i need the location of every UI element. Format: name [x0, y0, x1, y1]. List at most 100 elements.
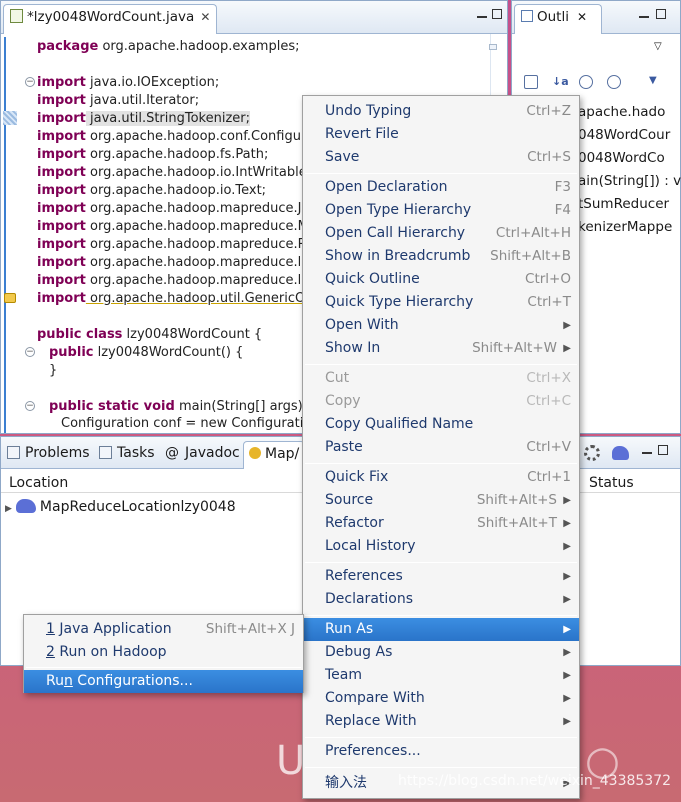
menu-separator [305, 364, 577, 365]
close-outline-icon[interactable]: ✕ [577, 10, 587, 24]
code-line: Configuration conf = new Configuration( [61, 416, 325, 431]
menu-separator [305, 615, 577, 616]
menu-item-show-in-breadcrumb[interactable]: Show in Breadcrumb Shift+Alt+B [303, 245, 579, 268]
code-line: import org.apache.hadoop.mapreduce.lib.i [37, 255, 321, 270]
gear-icon[interactable] [584, 445, 600, 461]
outline-tab[interactable]: Outli ✕ [514, 4, 602, 34]
menu-separator [305, 173, 577, 174]
submenu-item-run-on-hadoop[interactable]: 2 Run on Hadoop [24, 641, 303, 664]
menu-separator [305, 737, 577, 738]
warning-icon[interactable] [4, 293, 16, 303]
menu-item-run-as[interactable]: Run As ▶ [303, 618, 579, 641]
outline-item[interactable]: 048WordCour [578, 127, 670, 143]
editor-tab[interactable]: *lzy0048WordCount.java ✕ [3, 4, 217, 34]
tab-tasks[interactable]: Tasks [99, 441, 155, 469]
tab-map-reduce-locations[interactable]: Map/ [243, 441, 305, 469]
menu-item-undo-typing[interactable]: Undo Typing Ctrl+Z [303, 100, 579, 123]
column-location[interactable]: Location [9, 475, 68, 491]
submenu-arrow-icon: ▶ [563, 320, 571, 331]
menu-item-team[interactable]: Team ▶ [303, 664, 579, 687]
menu-item-compare-with[interactable]: Compare With ▶ [303, 687, 579, 710]
submenu-item-java-application[interactable]: 1 Java Application Shift+Alt+X J [24, 618, 303, 641]
expand-icon[interactable]: ▶ [5, 504, 12, 514]
menu-separator [305, 463, 577, 464]
code-line: import java.util.Iterator; [37, 93, 200, 108]
maximize-icon[interactable] [492, 9, 502, 19]
context-menu: Undo Typing Ctrl+Z Revert File Save Ctrl+S… [302, 95, 580, 799]
menu-separator [305, 767, 577, 768]
menu-separator [305, 562, 577, 563]
menu-item-open-declaration[interactable]: Open Declaration F3 [303, 176, 579, 199]
menu-item-open-call-hierarchy[interactable]: Open Call Hierarchy Ctrl+Alt+H [303, 222, 579, 245]
new-location-icon[interactable] [612, 446, 629, 460]
code-line: import org.apache.hadoop.mapreduce.lib.o [37, 273, 326, 288]
outline-item[interactable]: ain(String[]) : v [578, 173, 681, 189]
code-line: import org.apache.hadoop.util.GenericOpt… [37, 291, 323, 306]
watermark: https://blog.csdn.net/weixin_43385372 [398, 773, 672, 789]
menu-item-copy: Copy Ctrl+C [325, 393, 571, 409]
minimize-outline-icon[interactable] [639, 14, 649, 18]
menu-item-replace-with[interactable]: Replace With ▶ [303, 710, 579, 733]
menu-item-source[interactable]: Source Shift+Alt+S ▶ [303, 489, 579, 512]
submenu-arrow-icon: ▶ [563, 594, 571, 605]
outline-tabbar: Outli ✕ [512, 1, 680, 34]
code-line: import org.apache.hadoop.io.Text; [37, 183, 267, 198]
fold-icon[interactable]: − [25, 77, 35, 87]
menu-item-open-type-hierarchy[interactable]: Open Type Hierarchy F4 [303, 199, 579, 222]
hide-static-icon[interactable] [607, 75, 621, 89]
menu-item-quick-fix[interactable]: Quick Fix Ctrl+1 [303, 466, 579, 489]
code-line: import org.apache.hadoop.mapreduce.Job; [37, 201, 323, 216]
editor-tab-title: *lzy0048WordCount.java [27, 9, 195, 25]
menu-item-references[interactable]: References ▶ [303, 565, 579, 588]
menu-item-copy-qualified-name[interactable]: Copy Qualified Name [303, 413, 579, 436]
collapse-all-icon[interactable] [524, 75, 538, 89]
fold-icon[interactable]: − [25, 401, 35, 411]
submenu-arrow-icon: ▶ [563, 716, 571, 727]
view-menu-icon[interactable]: ▽ [654, 41, 662, 52]
code-line: import java.io.IOException; [37, 75, 220, 90]
menu-item-quick-type-hierarchy[interactable]: Quick Type Hierarchy Ctrl+T [303, 291, 579, 314]
minimize-bottom-icon[interactable] [642, 450, 652, 454]
menu-item-debug-as[interactable]: Debug As ▶ [303, 641, 579, 664]
submenu-arrow-icon: ▶ [563, 343, 571, 354]
menu-item-local-history[interactable]: Local History ▶ [303, 535, 579, 558]
outline-item[interactable]: tSumReducer [578, 196, 669, 212]
menu-item-revert-file[interactable]: Revert File [303, 123, 579, 146]
sort-icon[interactable]: ↓a [552, 75, 569, 89]
menu-item-declarations[interactable]: Declarations ▶ [303, 588, 579, 611]
submenu-arrow-icon: ▶ [563, 571, 571, 582]
occurrence-marker [3, 111, 17, 125]
outline-menu-icon[interactable]: ▼ [649, 75, 663, 89]
tab-problems[interactable]: Problems [7, 441, 90, 469]
outline-item[interactable]: 0048WordCo [578, 150, 665, 166]
tree-row[interactable]: ▶ MapReduceLocationlzy0048 [5, 499, 236, 515]
code-line: import org.apache.hadoop.io.IntWritable; [37, 165, 312, 180]
maximize-bottom-icon[interactable] [658, 445, 668, 455]
submenu-item-run-configurations[interactable]: Run Configurations... [24, 670, 303, 693]
maximize-outline-icon[interactable] [656, 9, 666, 19]
outline-item[interactable]: kenizerMappe [578, 219, 672, 235]
hide-fields-icon[interactable] [579, 75, 593, 89]
menu-item-cut: Cut Ctrl+X [325, 370, 571, 386]
code-line: import java.util.StringTokenizer; [37, 111, 251, 126]
column-status[interactable]: Status [589, 475, 634, 491]
outline-item[interactable]: apache.hado [578, 104, 665, 120]
problems-icon [7, 446, 20, 459]
submenu-arrow-icon: ▶ [563, 647, 571, 658]
menu-item-open-with[interactable]: Open With ▶ [303, 314, 579, 337]
fold-icon[interactable]: − [25, 347, 35, 357]
menu-item-save[interactable]: Save Ctrl+S [303, 146, 579, 169]
menu-item-preferences[interactable]: Preferences... [303, 740, 579, 763]
minimize-icon[interactable] [477, 14, 487, 18]
submenu-arrow-icon: ▶ [563, 693, 571, 704]
close-tab-icon[interactable]: ✕ [200, 10, 210, 24]
hadoop-elephant-icon [15, 499, 36, 513]
menu-item-refactor[interactable]: Refactor Shift+Alt+T ▶ [303, 512, 579, 535]
menu-item-quick-outline[interactable]: Quick Outline Ctrl+O [303, 268, 579, 291]
menu-item-show-in[interactable]: Show In Shift+Alt+W ▶ [303, 337, 579, 360]
desktop-letter: U [276, 738, 306, 784]
menu-item-paste[interactable]: Paste Ctrl+V [303, 436, 579, 459]
java-file-icon [10, 9, 23, 23]
tab-javadoc[interactable]: @ Javadoc [165, 441, 240, 469]
submenu-separator [26, 667, 301, 668]
